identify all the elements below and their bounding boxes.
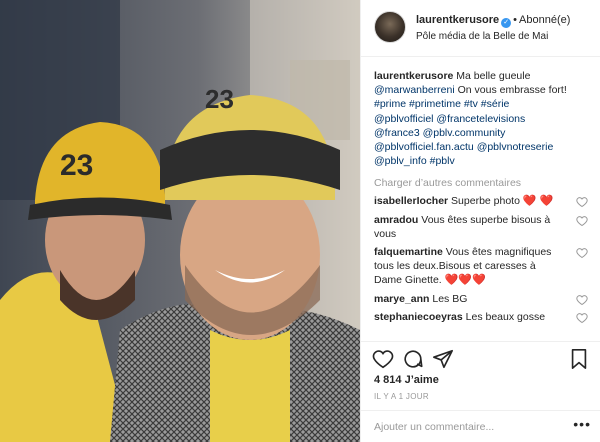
comment-text: Superbe photo <box>451 195 520 208</box>
comments-section[interactable]: laurentkerusore Ma belle gueule @marwanb… <box>361 57 600 341</box>
comment-item: stephaniecoeyras Les beaux gosse <box>374 310 588 324</box>
caption-tags-2[interactable]: @pblvofficiel @francetelevisions <box>374 113 525 125</box>
heart-emoji: ❤️ ❤️ <box>522 195 554 208</box>
post-timestamp[interactable]: IL Y A 1 JOUR <box>374 392 429 401</box>
caption-mention[interactable]: @marwanberreni <box>374 84 455 96</box>
heart-outline-icon[interactable] <box>372 348 394 370</box>
post-header: laurentkerusore ✓ • Abonné(e) Pôle média de… <box>361 0 600 57</box>
comment-like-heart-icon[interactable] <box>576 294 588 306</box>
caption-text-2: On vous embrasse fort! <box>457 84 567 97</box>
post-actions-bar <box>361 341 600 373</box>
caption-tags-3[interactable]: @france3 @pblv.community <box>374 127 505 139</box>
comment-text: Les beaux gosse <box>465 310 546 323</box>
add-comment-bar: ••• <box>361 410 600 442</box>
separator-dot: • <box>513 14 518 26</box>
comment-item: falquemartine Vous êtes magnifiques tous… <box>374 245 588 288</box>
comment-user[interactable]: amradou <box>374 214 418 226</box>
load-more-comments-link[interactable]: Charger d’autres commentaires <box>374 176 588 190</box>
cap-number-right: 23 <box>205 84 234 114</box>
caption-text: Ma belle gueule <box>456 70 531 82</box>
comment-like-heart-icon[interactable] <box>576 247 588 259</box>
comment-user[interactable]: marye_ann <box>374 293 429 305</box>
comment-text: Les BG <box>432 292 468 305</box>
comment-user[interactable]: falquemartine <box>374 246 443 258</box>
verified-badge-icon: ✓ <box>501 18 512 28</box>
comment-item: isabellerIocher Superbe photo ❤️ ❤️ <box>374 194 588 208</box>
comment-like-heart-icon[interactable] <box>576 215 588 227</box>
post-caption: laurentkerusore Ma belle gueule @marwanb… <box>374 69 588 168</box>
post-photo[interactable]: 23 23 <box>0 0 360 442</box>
bookmark-icon[interactable] <box>568 348 590 370</box>
speech-bubble-icon[interactable] <box>402 348 424 370</box>
caption-tags-4[interactable]: @pblvofficiel.fan.actu @pblvnotreserie <box>374 141 553 153</box>
caption-author[interactable]: laurentkerusore <box>374 70 453 82</box>
header-username[interactable]: laurentkerusore <box>416 14 499 26</box>
comment-user[interactable]: isabellerIocher <box>374 195 448 207</box>
comment-like-heart-icon[interactable] <box>576 196 588 208</box>
heart-emoji: ❤️❤️❤️ <box>444 274 486 287</box>
add-comment-input[interactable] <box>374 418 544 436</box>
comment-user[interactable]: stephaniecoeyras <box>374 311 463 323</box>
header-user-line: laurentkerusore ✓ • Abonné(e) <box>416 14 570 28</box>
cap-number-left: 23 <box>60 149 93 182</box>
paper-plane-icon[interactable] <box>432 348 454 370</box>
comment-like-heart-icon[interactable] <box>576 312 588 324</box>
caption-tags-1[interactable]: #prime #primetime #tv #série <box>374 98 509 110</box>
location-link[interactable]: Pôle média de la Belle de Mai <box>416 31 548 42</box>
comment-item: amradou Vous êtes superbe bisous à vous <box>374 213 588 241</box>
comment-item: marye_ann Les BG <box>374 292 588 306</box>
caption-tags-5[interactable]: @pblv_info #pblv <box>374 155 455 167</box>
likes-count[interactable]: 4 814 J’aime <box>374 374 439 386</box>
more-options-icon[interactable]: ••• <box>573 416 591 432</box>
post-details-panel: laurentkerusore ✓ • Abonné(e) Pôle média de… <box>360 0 600 442</box>
follow-status[interactable]: Abonné(e) <box>519 14 570 26</box>
selfie-image: 23 23 <box>0 0 360 442</box>
avatar[interactable] <box>374 11 406 43</box>
